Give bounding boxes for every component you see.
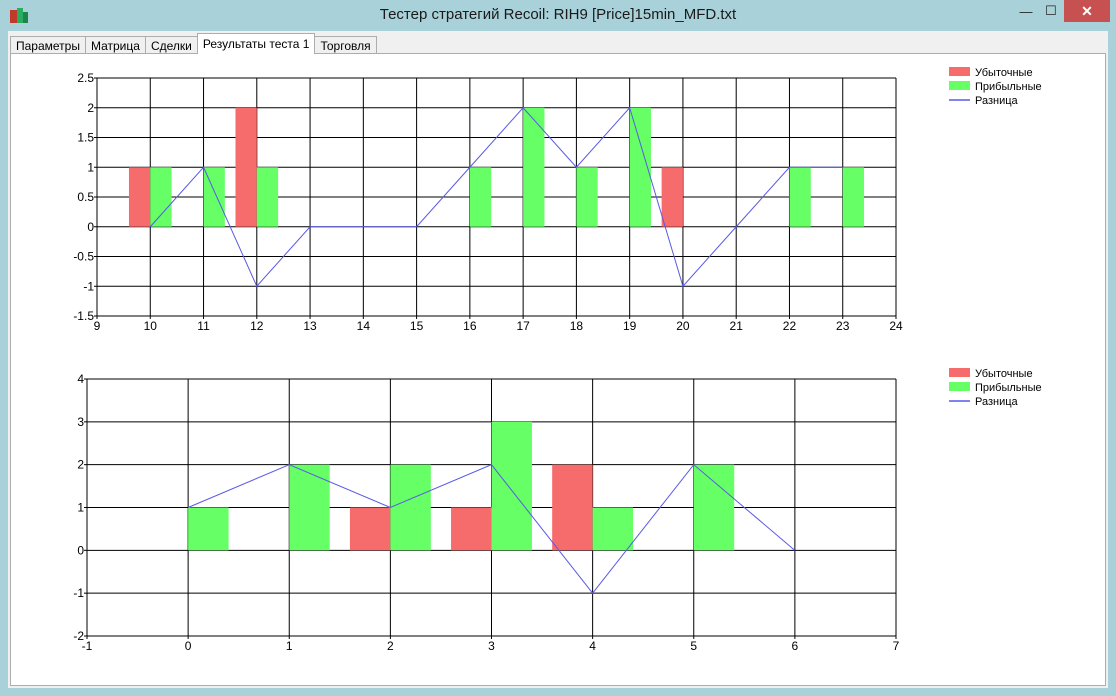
bar bbox=[789, 167, 811, 227]
x-tick-label: 13 bbox=[303, 319, 317, 333]
tab-deals[interactable]: Сделки bbox=[144, 36, 198, 54]
bar bbox=[188, 507, 229, 551]
x-tick-label: 22 bbox=[783, 319, 797, 333]
bar bbox=[491, 421, 532, 551]
bar bbox=[592, 507, 634, 551]
y-tick-label: 2 bbox=[77, 458, 84, 472]
maximize-button[interactable]: ☐ bbox=[1037, 0, 1065, 22]
legend-swatch bbox=[949, 382, 970, 391]
x-tick-label: 7 bbox=[893, 639, 900, 653]
legend-swatch bbox=[949, 81, 970, 90]
legend-swatch bbox=[949, 368, 970, 377]
bar bbox=[235, 107, 257, 227]
bar bbox=[150, 167, 172, 227]
y-tick-label: 2 bbox=[87, 101, 94, 115]
bar bbox=[203, 167, 225, 227]
y-tick-label: 0 bbox=[77, 543, 84, 557]
x-tick-label: 6 bbox=[792, 639, 799, 653]
x-tick-label: 3 bbox=[488, 639, 495, 653]
title-bar[interactable]: Тестер стратегий Recoil: RIH9 [Price]15m… bbox=[0, 0, 1116, 31]
tab-parameters[interactable]: Параметры bbox=[10, 36, 86, 54]
bar bbox=[552, 464, 593, 551]
x-tick-label: 18 bbox=[570, 319, 584, 333]
y-tick-label: -2 bbox=[73, 629, 84, 643]
x-tick-label: 11 bbox=[197, 319, 210, 333]
bar bbox=[128, 167, 151, 227]
y-tick-label: 1.5 bbox=[77, 131, 94, 145]
charts-canvas: 9 10 11 12 13 14 15 16 17 18 19 20 21 22 23 242.521.510… bbox=[73, 67, 1042, 653]
y-tick-label: 4 bbox=[77, 372, 84, 386]
bar bbox=[576, 167, 598, 227]
x-tick-label: 10 bbox=[144, 319, 158, 333]
bar bbox=[661, 167, 683, 227]
chart-1: 9 10 11 12 13 14 15 16 17 18 19 20 21 22 23 242.521.510… bbox=[73, 67, 1042, 333]
bar bbox=[523, 107, 545, 227]
x-tick-label: 0 bbox=[185, 639, 192, 653]
bar bbox=[693, 464, 735, 551]
legend: Убыточные Прибыльные Разница bbox=[949, 368, 1042, 408]
minimize-button[interactable]: — bbox=[1012, 0, 1040, 22]
x-tick-label: 15 bbox=[410, 319, 424, 333]
x-tick-label: 16 bbox=[463, 319, 477, 333]
bar bbox=[390, 464, 431, 551]
bar bbox=[842, 167, 865, 227]
y-tick-label: -1.5 bbox=[73, 309, 94, 323]
y-tick-label: -0.5 bbox=[73, 250, 94, 264]
y-tick-label: -1 bbox=[83, 279, 94, 293]
legend-label: Разница bbox=[975, 396, 1019, 408]
y-tick-label: 0.5 bbox=[77, 190, 94, 204]
x-tick-label: 23 bbox=[836, 319, 850, 333]
x-tick-label: 24 bbox=[889, 319, 903, 333]
x-tick-label: 14 bbox=[357, 319, 371, 333]
bar bbox=[451, 507, 492, 551]
y-tick-label: -1 bbox=[73, 586, 84, 600]
bar bbox=[256, 167, 279, 227]
legend-swatch bbox=[949, 67, 970, 76]
bar bbox=[469, 167, 492, 227]
legend-label: Прибыльные bbox=[975, 382, 1042, 394]
app-window: Тестер стратегий Recoil: RIH9 [Price]15m… bbox=[0, 0, 1116, 696]
x-tick-label: 9 bbox=[94, 319, 101, 333]
y-tick-label: 0 bbox=[87, 220, 94, 234]
window-title: Тестер стратегий Recoil: RIH9 [Price]15m… bbox=[379, 6, 737, 23]
legend-label: Разница bbox=[975, 95, 1019, 107]
tab-strip: Параметры Матрица Сделки Результаты тест… bbox=[10, 33, 377, 54]
legend-label: Убыточные bbox=[975, 67, 1033, 79]
client-area: Параметры Матрица Сделки Результаты тест… bbox=[8, 31, 1108, 688]
x-tick-label: 17 bbox=[516, 319, 530, 333]
x-tick-label: 2 bbox=[387, 639, 394, 653]
x-tick-label: 1 bbox=[286, 639, 293, 653]
bar bbox=[289, 464, 330, 551]
bar bbox=[349, 507, 391, 551]
chart-2: -1 0 1 2 3 4 5 6 743210-1-2УбыточныеПрибыльныеРа… bbox=[73, 368, 1042, 653]
legend-label: Убыточные bbox=[975, 368, 1033, 380]
legend-label: Прибыльные bbox=[975, 81, 1042, 93]
y-tick-label: 1 bbox=[77, 501, 84, 515]
y-tick-label: 1 bbox=[87, 160, 94, 174]
legend: Убыточные Прибыльные Разница bbox=[949, 67, 1042, 107]
tab-test-results-1[interactable]: Результаты теста 1 bbox=[196, 33, 316, 54]
x-tick-label: 20 bbox=[676, 319, 690, 333]
results-panel: 9 10 11 12 13 14 15 16 17 18 19 20 21 22 23 24 2.5 2 1.5 1 0… bbox=[10, 53, 1106, 686]
x-tick-label: 21 bbox=[730, 319, 744, 333]
close-button[interactable]: ✕ bbox=[1064, 0, 1110, 22]
y-tick-label: 2.5 bbox=[77, 71, 94, 85]
y-tick-label: 3 bbox=[77, 415, 84, 429]
x-tick-label: 19 bbox=[623, 319, 637, 333]
tab-trading[interactable]: Торговля bbox=[314, 36, 377, 54]
x-tick-label: 5 bbox=[690, 639, 697, 653]
x-tick-label: 12 bbox=[250, 319, 264, 333]
x-tick-label: 4 bbox=[589, 639, 596, 653]
tab-matrix[interactable]: Матрица bbox=[84, 36, 146, 54]
